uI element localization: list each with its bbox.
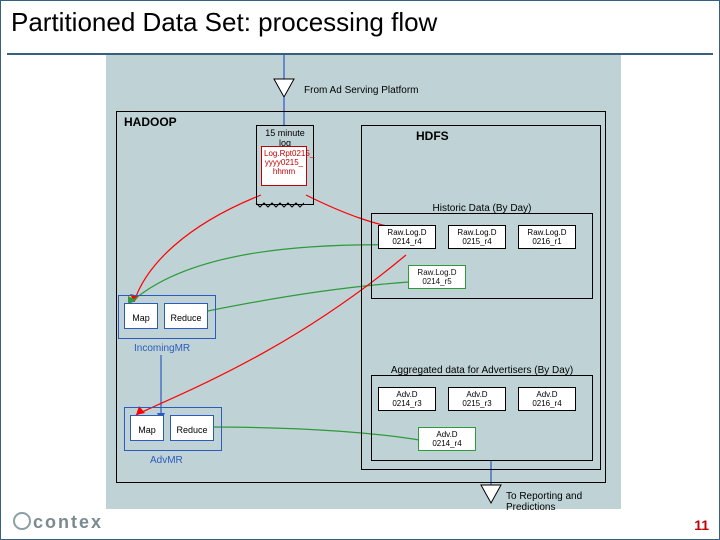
agg-file-0: Adv.D 0214_r3 <box>378 387 436 411</box>
from-platform-label: From Ad Serving Platform <box>304 85 418 96</box>
historic-file-2: Raw.Log.D 0216_r1 <box>518 225 576 249</box>
log-container: 15 minute log Log.Rpt0215_ yyyy0215_ hhm… <box>256 125 314 205</box>
slide: Partitioned Data Set: processing flow <box>0 0 720 540</box>
adv-mr-label: AdvMR <box>150 455 183 466</box>
page-number: 11 <box>694 517 709 533</box>
historic-title: Historic Data (By Day) <box>371 203 593 214</box>
adv-reduce: Reduce <box>170 415 214 441</box>
agg-moved: Adv.D 0214_r4 <box>418 427 476 451</box>
historic-moved: Raw.Log.D 0214_r5 <box>408 265 466 289</box>
diagram-canvas: From Ad Serving Platform HADOOP 15 minut… <box>106 55 621 509</box>
adv-map: Map <box>130 415 164 441</box>
log-box-label: 15 minute log <box>259 128 311 148</box>
historic-file-1: Raw.Log.D 0215_r4 <box>448 225 506 249</box>
hadoop-label: HADOOP <box>124 115 177 129</box>
slide-title: Partitioned Data Set: processing flow <box>11 7 437 38</box>
agg-file-1: Adv.D 0215_r3 <box>448 387 506 411</box>
hdfs-label: HDFS <box>416 129 449 143</box>
log-file: Log.Rpt0215_ yyyy0215_ hhmm <box>261 146 307 186</box>
incoming-reduce: Reduce <box>164 303 208 329</box>
aggregated-title: Aggregated data for Advertisers (By Day) <box>371 365 593 376</box>
agg-file-2: Adv.D 0216_r4 <box>518 387 576 411</box>
incoming-mr-label: IncomingMR <box>134 343 190 354</box>
logo: contex <box>13 512 103 533</box>
to-reporting-label: To Reporting and Predictions <box>506 491 621 513</box>
logo-circle-icon <box>13 512 31 530</box>
historic-file-0: Raw.Log.D 0214_r4 <box>378 225 436 249</box>
incoming-map: Map <box>124 303 158 329</box>
logo-text: contex <box>33 512 103 532</box>
